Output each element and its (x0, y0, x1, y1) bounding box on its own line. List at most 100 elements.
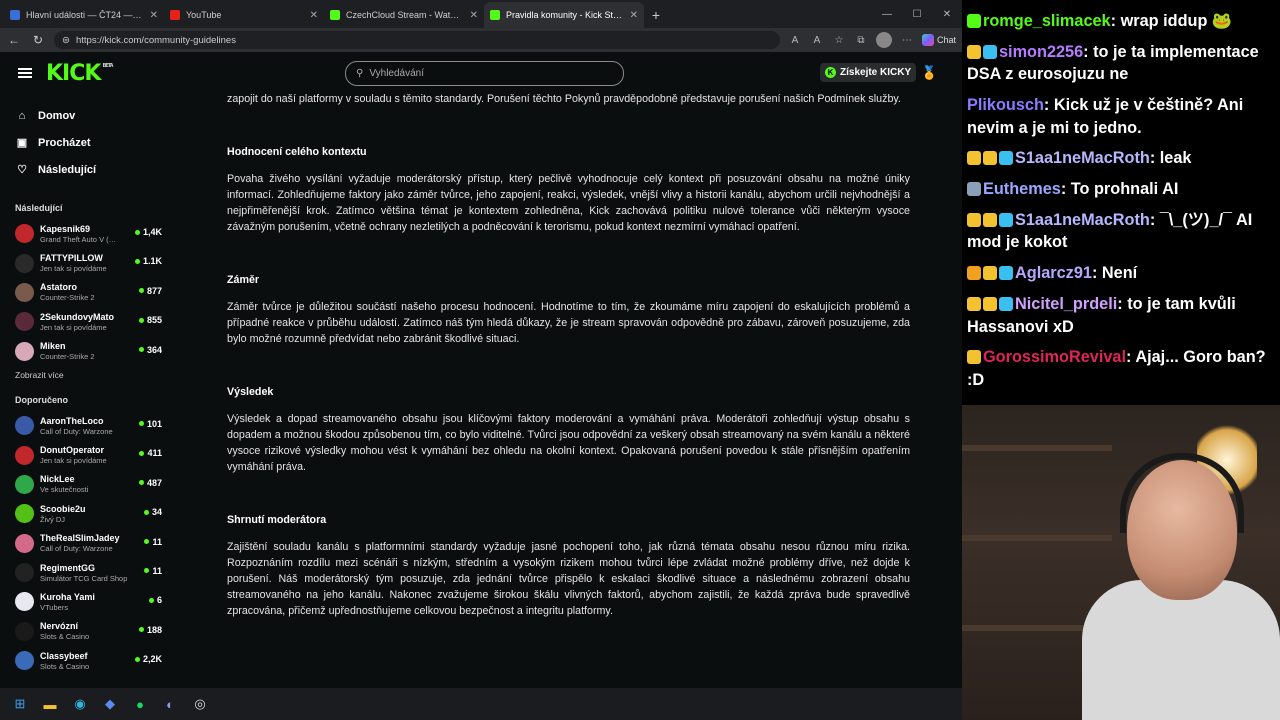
url-field[interactable]: ⊜ https://kick.com/community-guidelines (54, 31, 780, 49)
chat-username[interactable]: simon2256 (999, 43, 1083, 61)
menu-icon[interactable] (18, 68, 32, 78)
kick-logo[interactable]: KICK BETA (46, 61, 114, 86)
chat-username[interactable]: Nicitel_prdeli (1015, 295, 1117, 313)
search-icon: ⚲ (356, 68, 364, 79)
channel-item[interactable]: Classybeef Slots & Casino 2,2K (0, 646, 175, 675)
recommended-heading: Doporučeno (15, 394, 68, 405)
chat-text: leak (1159, 149, 1192, 168)
tab-ct24[interactable]: Hlavní události — ČT24 — Česká t ✕ (4, 2, 164, 28)
channel-name: Classybeef (40, 650, 88, 661)
close-icon[interactable]: ✕ (150, 10, 158, 21)
read-aloud-icon[interactable]: A (810, 35, 824, 46)
chat-username[interactable]: S1aa1neMacRoth (1015, 211, 1150, 229)
nav-label: Domov (38, 109, 76, 122)
window-controls: — ☐ ✕ (872, 0, 962, 28)
channel-text: AaronTheLoco Call of Duty: Warzone (40, 416, 132, 436)
channel-item[interactable]: Scoobie2u Živý DJ 34 (0, 499, 175, 528)
channel-item[interactable]: AaronTheLoco Call of Duty: Warzone 101 (0, 411, 175, 440)
minimize-icon[interactable]: — (872, 9, 902, 20)
logo-beta: BETA (102, 62, 113, 69)
spotify-icon[interactable]: ● (130, 694, 150, 714)
chat-text: Není (1101, 264, 1138, 283)
favorite-icon[interactable]: ☆ (832, 35, 846, 46)
live-dot-icon (138, 288, 144, 294)
channel-item[interactable]: Astatoro Counter-Strike 2 877 (0, 278, 175, 307)
channel-item[interactable]: Miken Counter-Strike 2 364 (0, 337, 175, 366)
sidebar: ⌂ Domov ▣ Procházet ♡ Následující Následují… (0, 94, 175, 686)
chat-username[interactable]: romge_slimacek (983, 12, 1111, 30)
channel-item[interactable]: 2SekundovyMato Jen tak si povídáme 855 (0, 307, 175, 336)
chat-username[interactable]: Aglarcz91 (1015, 264, 1092, 282)
avatar (15, 563, 34, 583)
discord-icon[interactable]: ◐ (160, 694, 180, 714)
tab-youtube[interactable]: YouTube ✕ (164, 2, 324, 28)
kick-favicon-icon (490, 10, 500, 20)
chat-colon: : (1149, 149, 1160, 168)
close-icon[interactable]: ✕ (630, 10, 638, 21)
channel-category: Jen tak si povídáme (40, 456, 107, 466)
section-title: Záměr (227, 274, 260, 286)
profile-avatar[interactable] (875, 32, 892, 48)
maximize-icon[interactable]: ☐ (902, 9, 932, 20)
channel-text: Kapesnik69 Grand Theft Auto V (… (40, 224, 132, 244)
chat-username[interactable]: S1aa1neMacRoth (1015, 149, 1150, 167)
reload-icon[interactable]: ↻ (30, 33, 46, 47)
sidebar-item-following[interactable]: ♡ Následující (0, 156, 175, 183)
close-icon[interactable]: ✕ (310, 10, 318, 21)
viewer-count-value: 101 (146, 418, 162, 429)
edge-browser-icon[interactable]: ◉ (70, 694, 90, 714)
streamer-body (1082, 580, 1280, 720)
viewer-count-value: 11 (152, 565, 162, 576)
channel-item[interactable]: Nervózní Slots & Casino 188 (0, 617, 175, 646)
window-close-icon[interactable]: ✕ (932, 9, 962, 20)
channel-item[interactable]: NickLee Ve skutečnosti 487 (0, 470, 175, 499)
windows-start-icon[interactable]: ⊞ (10, 694, 30, 714)
site-info-icon[interactable]: ⊜ (62, 35, 70, 46)
channel-item[interactable]: TheRealSlimJadey Call of Duty: Warzone 11 (0, 529, 175, 558)
chat-username[interactable]: Euthemes (983, 180, 1061, 198)
avatar (15, 445, 34, 465)
close-icon[interactable]: ✕ (470, 10, 478, 21)
app-icon[interactable]: ◆ (100, 694, 120, 714)
search-input[interactable]: ⚲ Vyhledávání (345, 61, 624, 86)
chat-username[interactable]: GorossimoRevival (983, 348, 1126, 366)
copilot-chat-button[interactable]: Chat (921, 34, 956, 46)
chat-badge-icon (983, 266, 997, 281)
back-icon[interactable]: ← (6, 33, 22, 47)
sidebar-item-browse[interactable]: ▣ Procházet (0, 129, 175, 156)
avatar (15, 312, 34, 332)
chat-badge-icon (983, 151, 997, 166)
more-icon[interactable]: ⋯ (900, 35, 914, 46)
viewer-count-value: 487 (146, 477, 162, 488)
channel-item[interactable]: Kapesnik69 Grand Theft Auto V (… 1,4K (0, 219, 175, 248)
chat-badge-icon (999, 297, 1013, 312)
heart-icon: ♡ (17, 164, 27, 176)
viewer-count-value: 855 (146, 315, 162, 326)
section-title: Hodnocení celého kontextu (227, 146, 367, 158)
sidebar-item-home[interactable]: ⌂ Domov (0, 102, 175, 129)
following-heading: Následující (15, 203, 63, 213)
avatar (15, 504, 34, 524)
channel-name: Miken (40, 341, 66, 352)
channel-item[interactable]: Kuroha Yami VTubers 6 (0, 587, 175, 616)
channel-text: 2SekundovyMato Jen tak si povídáme (40, 312, 132, 332)
viewer-count-value: 6 (156, 595, 162, 606)
new-tab-button[interactable]: + (644, 2, 668, 28)
chat-badge-icon (967, 14, 981, 28)
get-kicky-button[interactable]: K Získejte KICKY (820, 63, 917, 82)
github-icon[interactable]: ◎ (190, 694, 210, 714)
channel-text: Miken Counter-Strike 2 (40, 341, 132, 361)
get-kicky-label: Získejte KICKY (840, 67, 912, 78)
file-explorer-icon[interactable]: ▬ (40, 694, 60, 714)
channel-item[interactable]: RegimentGG Simulátor TCG Card Shop 11 (0, 558, 175, 587)
channel-item[interactable]: DonutOperator Jen tak si povídáme 411 (0, 440, 175, 469)
chat-username[interactable]: Plikousch (967, 96, 1044, 114)
translate-icon[interactable]: A (788, 35, 802, 46)
channel-category: VTubers (40, 602, 69, 612)
channel-item[interactable]: FATTYPILLOW Jen tak si povídáme 1.1K (0, 248, 175, 277)
rewards-medal-icon[interactable]: 🏅 (921, 65, 937, 81)
tab-community-guidelines[interactable]: Pravidla komunity - Kick Streaming ✕ (484, 2, 644, 28)
show-more-link[interactable]: Zobrazit více (0, 370, 175, 380)
tab-czechcloud[interactable]: CzechCloud Stream - Watch Live o ✕ (324, 2, 484, 28)
extensions-icon[interactable]: ⧉ (854, 35, 868, 46)
